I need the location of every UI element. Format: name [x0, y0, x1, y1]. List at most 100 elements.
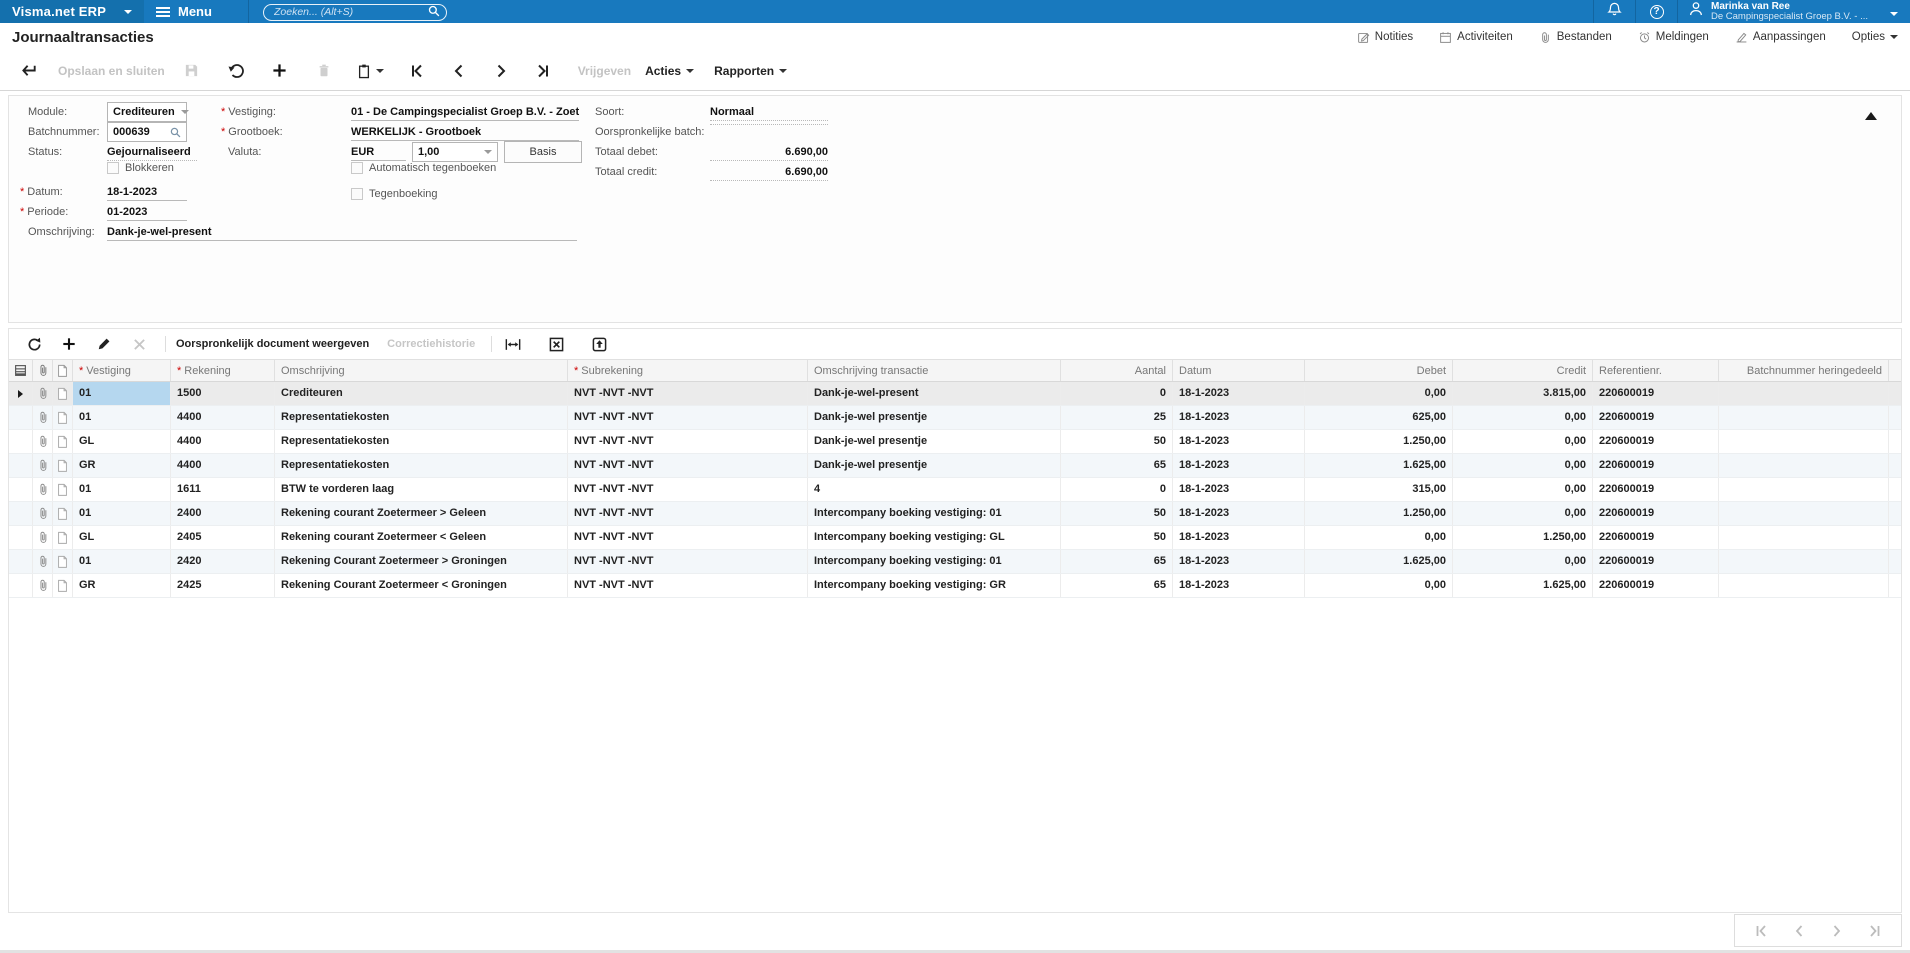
files-link[interactable]: Bestanden: [1539, 31, 1612, 44]
last-record-button[interactable]: [530, 58, 556, 84]
refresh-button[interactable]: [23, 333, 45, 355]
reports-menu-button[interactable]: Rapporten: [714, 58, 787, 84]
pager-first-icon[interactable]: [1754, 924, 1769, 938]
vestiging-label: Vestiging:: [228, 106, 276, 118]
main-menu-button[interactable]: Menu: [144, 0, 249, 23]
pager-next-icon[interactable]: [1829, 924, 1844, 938]
currency-rate-select[interactable]: 1,00: [412, 142, 498, 162]
currency-value[interactable]: EUR: [351, 144, 406, 161]
cell-omschrijving-transactie: Intercompany boeking vestiging: GL: [808, 526, 1061, 549]
import-upload-button[interactable]: [588, 333, 610, 355]
row-attachment-icon[interactable]: [33, 382, 53, 405]
previous-record-button[interactable]: [446, 58, 472, 84]
basis-button[interactable]: Basis: [504, 141, 582, 163]
undo-button[interactable]: [223, 58, 249, 84]
batch-number-input[interactable]: 000639: [107, 122, 187, 142]
row-note-icon[interactable]: [53, 502, 73, 525]
row-note-icon[interactable]: [53, 382, 73, 405]
notes-column-header[interactable]: [53, 360, 73, 381]
row-attachment-icon[interactable]: [33, 478, 53, 501]
user-menu[interactable]: Marinka van Ree De Campingspecialist Gro…: [1677, 0, 1878, 23]
blokkeren-checkbox[interactable]: Blokkeren: [107, 162, 174, 174]
save-and-close-button[interactable]: Opslaan en sluiten: [58, 58, 165, 84]
delete-button[interactable]: [311, 58, 337, 84]
grid-add-row-button[interactable]: [58, 333, 80, 355]
table-row[interactable]: 01 4400 Representatiekosten NVT -NVT -NV…: [9, 406, 1901, 430]
help-button[interactable]: ?: [1635, 0, 1677, 23]
table-row[interactable]: 01 2420 Rekening Courant Zoetermeer > Gr…: [9, 550, 1901, 574]
column-header-vestiging[interactable]: *Vestiging: [73, 360, 171, 381]
row-attachment-icon[interactable]: [33, 574, 53, 597]
announcements-button[interactable]: [1593, 0, 1635, 23]
row-attachment-icon[interactable]: [33, 526, 53, 549]
row-note-icon[interactable]: [53, 430, 73, 453]
row-attachment-icon[interactable]: [33, 430, 53, 453]
column-header-omschrijving[interactable]: Omschrijving: [275, 360, 568, 381]
correction-history-button[interactable]: Correctiehistorie: [387, 333, 475, 355]
save-button[interactable]: [179, 58, 205, 84]
table-row[interactable]: 01 1500 Crediteuren NVT -NVT -NVT Dank-j…: [9, 382, 1901, 406]
back-button[interactable]: [16, 58, 42, 84]
row-attachment-icon[interactable]: [33, 550, 53, 573]
row-note-icon[interactable]: [53, 574, 73, 597]
activities-link[interactable]: Activiteiten: [1439, 31, 1513, 44]
collapse-panel-button[interactable]: [1865, 112, 1877, 120]
column-header-subrekening[interactable]: *Subrekening: [568, 360, 808, 381]
reverse-checkbox[interactable]: Tegenboeking: [351, 188, 438, 200]
column-header-datum[interactable]: Datum: [1173, 360, 1305, 381]
notes-link[interactable]: Notities: [1357, 31, 1413, 44]
add-row-button[interactable]: [267, 58, 293, 84]
search-icon[interactable]: [428, 4, 440, 22]
search-input[interactable]: [263, 4, 447, 21]
user-menu-chevron[interactable]: [1878, 3, 1910, 21]
grid-delete-row-button[interactable]: [128, 333, 150, 355]
auto-reverse-checkbox[interactable]: Automatisch tegenboeken: [351, 162, 496, 174]
row-note-icon[interactable]: [53, 406, 73, 429]
date-value[interactable]: 18-1-2023: [107, 184, 187, 201]
copy-paste-button[interactable]: [357, 58, 384, 84]
column-header-rekening[interactable]: *Rekening: [171, 360, 275, 381]
row-note-icon[interactable]: [53, 454, 73, 477]
vestiging-value[interactable]: 01 - De Campingspecialist Groep B.V. - Z…: [351, 104, 579, 121]
next-record-button[interactable]: [488, 58, 514, 84]
export-to-excel-button[interactable]: [545, 333, 567, 355]
table-row[interactable]: GL 4400 Representatiekosten NVT -NVT -NV…: [9, 430, 1901, 454]
period-value[interactable]: 01-2023: [107, 204, 187, 221]
row-attachment-icon[interactable]: [33, 406, 53, 429]
show-original-document-button[interactable]: Oorspronkelijk document weergeven: [176, 333, 369, 355]
brand-menu[interactable]: Visma.net ERP: [0, 0, 144, 23]
row-note-icon[interactable]: [53, 478, 73, 501]
first-record-button[interactable]: [404, 58, 430, 84]
row-attachment-icon[interactable]: [33, 454, 53, 477]
module-select[interactable]: Crediteuren: [107, 102, 187, 122]
table-row[interactable]: 01 1611 BTW te vorderen laag NVT -NVT -N…: [9, 478, 1901, 502]
row-note-icon[interactable]: [53, 526, 73, 549]
description-value[interactable]: Dank-je-wel-present: [107, 224, 577, 241]
table-row[interactable]: GR 2425 Rekening Courant Zoetermeer < Gr…: [9, 574, 1901, 598]
table-row[interactable]: GR 4400 Representatiekosten NVT -NVT -NV…: [9, 454, 1901, 478]
column-header-referentienr[interactable]: Referentienr.: [1593, 360, 1719, 381]
grootboek-value[interactable]: WERKELIJK - Grootboek: [351, 124, 579, 141]
column-header-credit[interactable]: Credit: [1453, 360, 1593, 381]
customizations-link[interactable]: Aanpassingen: [1735, 31, 1826, 44]
release-button[interactable]: Vrijgeven: [578, 58, 631, 84]
grid-edit-row-button[interactable]: [93, 333, 115, 355]
attachments-column-header[interactable]: [33, 360, 53, 381]
row-attachment-icon[interactable]: [33, 502, 53, 525]
column-header-debet[interactable]: Debet: [1305, 360, 1453, 381]
row-settings-button[interactable]: [9, 360, 33, 381]
table-row[interactable]: GL 2405 Rekening courant Zoetermeer < Ge…: [9, 526, 1901, 550]
column-header-aantal[interactable]: Aantal: [1061, 360, 1173, 381]
actions-menu-button[interactable]: Acties: [645, 58, 694, 84]
notifications-link[interactable]: Meldingen: [1638, 31, 1709, 44]
options-menu[interactable]: Opties: [1852, 31, 1898, 43]
column-header-batchnummer-heringedeeld[interactable]: Batchnummer heringedeeld: [1719, 360, 1889, 381]
table-row[interactable]: 01 2400 Rekening courant Zoetermeer > Ge…: [9, 502, 1901, 526]
fit-to-width-button[interactable]: [502, 333, 524, 355]
pager-last-icon[interactable]: [1867, 924, 1882, 938]
lookup-magnifier-icon[interactable]: [170, 127, 181, 138]
column-header-omschrijving-transactie[interactable]: Omschrijving transactie: [808, 360, 1061, 381]
row-note-icon[interactable]: [53, 550, 73, 573]
cell-debet: 1.625,00: [1305, 454, 1453, 477]
pager-previous-icon[interactable]: [1792, 924, 1807, 938]
